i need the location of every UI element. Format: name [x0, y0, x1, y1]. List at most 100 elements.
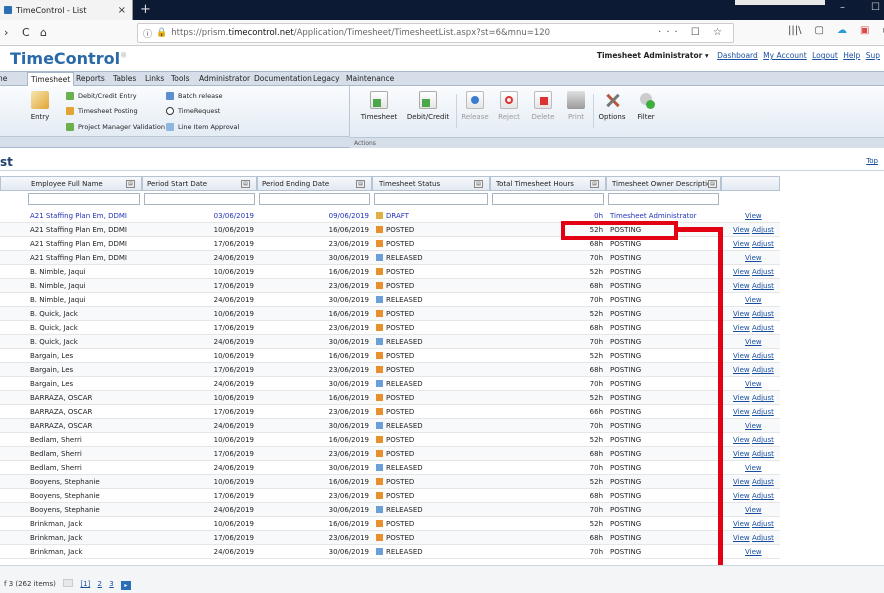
timerequest-button[interactable]: TimeRequest [166, 107, 220, 115]
column-header-owner[interactable]: Timesheet Owner Description ▤ [606, 176, 721, 191]
table-row[interactable]: Bedlam, Sherri 10/06/2019 16/06/2019 POSTED… [0, 433, 780, 447]
menu-item-reports[interactable]: Reports [76, 74, 105, 83]
view-link[interactable]: View [733, 240, 750, 248]
sidebar-icon[interactable]: ▢ [814, 25, 823, 36]
adjust-link[interactable]: Adjust [752, 450, 774, 458]
adjust-link[interactable]: Adjust [752, 226, 774, 234]
table-row[interactable]: Bargain, Les 17/06/2019 23/06/2019 POSTED 68… [0, 363, 780, 377]
table-row[interactable]: BARRAZA, OSCAR 10/06/2019 16/06/2019 POSTED… [0, 391, 780, 405]
table-row[interactable]: Bedlam, Sherri 17/06/2019 23/06/2019 POSTED… [0, 447, 780, 461]
minimize-icon[interactable]: – [840, 2, 845, 13]
view-link[interactable]: View [745, 506, 762, 514]
menu-item-maintenance[interactable]: Maintenance [346, 74, 394, 83]
forward-icon[interactable]: › [4, 26, 8, 39]
support-link[interactable]: Sup [866, 51, 880, 60]
options-button[interactable]: Options [598, 91, 626, 121]
table-row[interactable]: Bedlam, Sherri 24/06/2019 30/06/2019 RELEAS… [0, 461, 780, 475]
logout-link[interactable]: Logout [812, 51, 838, 60]
view-link[interactable]: View [733, 394, 750, 402]
view-link[interactable]: View [733, 408, 750, 416]
adjust-link[interactable]: Adjust [752, 478, 774, 486]
view-link[interactable]: View [733, 226, 750, 234]
column-header-status[interactable]: Timesheet Status ▤ [372, 176, 490, 191]
view-link[interactable]: View [733, 492, 750, 500]
menu-item-tables[interactable]: Tables [113, 74, 136, 83]
adjust-link[interactable]: Adjust [752, 366, 774, 374]
url-bar[interactable]: ⓘ 🔒 https://prism.timecontrol.net/Applic… [137, 23, 734, 43]
entry-button[interactable]: Entry [30, 91, 50, 121]
view-link[interactable]: View [745, 422, 762, 430]
release-button[interactable]: Release [460, 91, 490, 121]
table-row[interactable]: Booyens, Stephanie 24/06/2019 30/06/2019 RE… [0, 503, 780, 517]
table-row[interactable]: B. Nimble, Jaqui 24/06/2019 30/06/2019 RELE… [0, 293, 780, 307]
view-link[interactable]: View [733, 520, 750, 528]
view-link[interactable]: View [733, 352, 750, 360]
menu-item-tools[interactable]: Tools [171, 74, 189, 83]
timesheet-action-button[interactable]: Timesheet [360, 91, 398, 121]
project-manager-validation-button[interactable]: Project Manager Validation [66, 123, 165, 131]
adjust-link[interactable]: Adjust [752, 534, 774, 542]
adjust-link[interactable]: Adjust [752, 436, 774, 444]
page-link-1[interactable]: [1] [80, 580, 90, 588]
adjust-link[interactable]: Adjust [752, 408, 774, 416]
table-row[interactable]: Booyens, Stephanie 10/06/2019 16/06/2019 PO… [0, 475, 780, 489]
view-link[interactable]: View [745, 380, 762, 388]
filter-start-input[interactable] [144, 193, 255, 205]
filter-employee-input[interactable] [28, 193, 140, 205]
view-link[interactable]: View [733, 450, 750, 458]
view-link[interactable]: View [733, 478, 750, 486]
adjust-link[interactable]: Adjust [752, 240, 774, 248]
pocket-icon[interactable]: ▣ [860, 25, 869, 36]
table-row[interactable]: B. Quick, Jack 24/06/2019 30/06/2019 RELEAS… [0, 335, 780, 349]
page-link-2[interactable]: 2 [98, 580, 102, 588]
view-link[interactable]: View [733, 324, 750, 332]
menu-item-documentation[interactable]: Documentation [254, 74, 312, 83]
table-row[interactable]: Booyens, Stephanie 17/06/2019 23/06/2019 PO… [0, 489, 780, 503]
line-item-approval-button[interactable]: Line Item Approval [166, 123, 239, 131]
table-row[interactable]: Bargain, Les 10/06/2019 16/06/2019 POSTED 52… [0, 349, 780, 363]
adjust-link[interactable]: Adjust [752, 310, 774, 318]
filter-hours-input[interactable] [492, 193, 604, 205]
column-header-start[interactable]: Period Start Date ▤ [142, 176, 257, 191]
reject-button[interactable]: Reject [496, 91, 522, 121]
library-icon[interactable]: |||\ [788, 25, 801, 36]
table-row[interactable]: B. Quick, Jack 17/06/2019 23/06/2019 POSTED… [0, 321, 780, 335]
top-link[interactable]: Top [866, 157, 878, 165]
menu-item-timesheet[interactable]: Timesheet [27, 72, 75, 87]
table-row[interactable]: B. Quick, Jack 10/06/2019 16/06/2019 POSTED… [0, 307, 780, 321]
filter-icon[interactable]: ▤ [126, 180, 135, 188]
filter-icon[interactable]: ▤ [590, 180, 599, 188]
close-tab-icon[interactable]: × [118, 5, 126, 16]
print-button[interactable]: Print [564, 91, 588, 121]
home-icon[interactable]: ⌂ [40, 26, 47, 39]
menu-item-administrator[interactable]: Administrator [199, 74, 250, 83]
view-link[interactable]: View [745, 254, 762, 262]
table-row[interactable]: B. Nimble, Jaqui 17/06/2019 23/06/2019 POST… [0, 279, 780, 293]
info-icon[interactable]: ⓘ [143, 27, 152, 40]
debit-credit-entry-button[interactable]: Debit/Credit Entry [66, 92, 137, 100]
reload-icon[interactable]: C [22, 26, 30, 39]
filter-icon[interactable]: ▤ [708, 180, 717, 188]
user-menu[interactable]: Timesheet Administrator ▾ [597, 51, 709, 60]
menu-item-links[interactable]: Links [145, 74, 164, 83]
adjust-link[interactable]: Adjust [752, 282, 774, 290]
view-link[interactable]: View [733, 436, 750, 444]
column-header-employee[interactable]: Employee Full Name ▤ [0, 176, 142, 191]
table-row[interactable]: Bargain, Les 24/06/2019 30/06/2019 RELEASED… [0, 377, 780, 391]
table-row[interactable]: BARRAZA, OSCAR 17/06/2019 23/06/2019 POSTED… [0, 405, 780, 419]
adjust-link[interactable]: Adjust [752, 492, 774, 500]
adjust-link[interactable]: Adjust [752, 520, 774, 528]
menu-item-home[interactable]: ne [0, 74, 7, 83]
filter-owner-input[interactable] [608, 193, 719, 205]
table-row[interactable]: BARRAZA, OSCAR 24/06/2019 30/06/2019 RELEAS… [0, 419, 780, 433]
column-header-end[interactable]: Period Ending Date ▤ [257, 176, 372, 191]
adjust-link[interactable]: Adjust [752, 394, 774, 402]
menu-item-legacy[interactable]: Legacy [313, 74, 340, 83]
filter-status-input[interactable] [374, 193, 488, 205]
next-page-icon[interactable]: ▸ [120, 581, 131, 590]
page-link-3[interactable]: 3 [109, 580, 113, 588]
adjust-link[interactable]: Adjust [752, 352, 774, 360]
view-link[interactable]: View [745, 212, 762, 220]
view-link[interactable]: View [745, 548, 762, 556]
view-link[interactable]: View [733, 366, 750, 374]
